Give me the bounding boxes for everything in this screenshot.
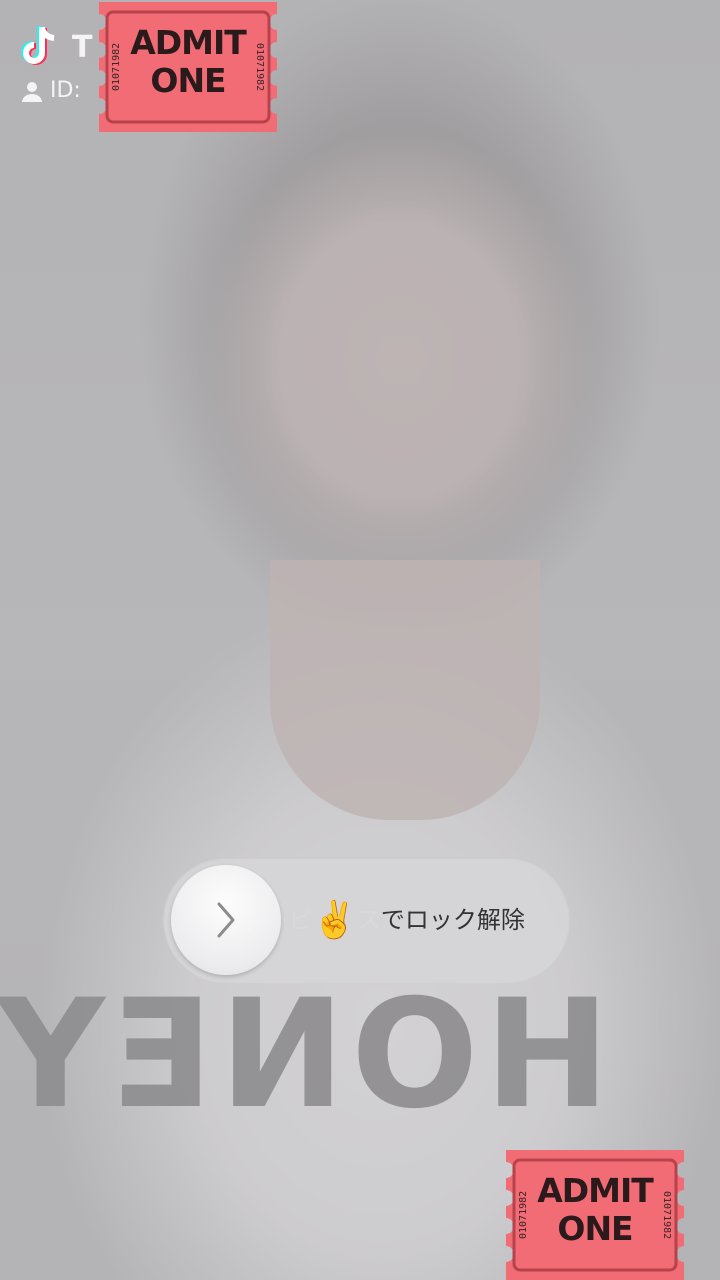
watermark-handle: T: [72, 29, 93, 65]
ticket-serial: 01071982: [254, 42, 265, 92]
chevron-right-icon: [217, 902, 235, 938]
person-icon: [20, 79, 44, 103]
admit-one-ticket-sticker-bottom: 01071982 01071982 ADMIT ONE: [500, 1150, 690, 1280]
ticket-serial: 01071982: [518, 1190, 529, 1240]
victory-hand-icon: ✌️: [312, 900, 357, 941]
ticket-serial: 01071982: [111, 42, 122, 92]
slide-to-unlock[interactable]: ピ✌️スでロック解除: [163, 857, 570, 983]
screen-dim-overlay: [0, 0, 720, 1280]
watermark-id-label: ID:: [50, 78, 81, 103]
slider-knob[interactable]: [171, 865, 281, 975]
ticket-text: ADMIT ONE: [537, 1171, 654, 1248]
tiktok-logo-icon: [20, 24, 60, 70]
ticket-text: ADMIT ONE: [130, 23, 247, 100]
admit-one-ticket-sticker-top: 01071982 01071982 ADMIT ONE: [93, 2, 283, 132]
slide-to-unlock-label: ピ✌️スでロック解除: [288, 900, 525, 941]
ticket-serial: 01071982: [661, 1190, 672, 1240]
